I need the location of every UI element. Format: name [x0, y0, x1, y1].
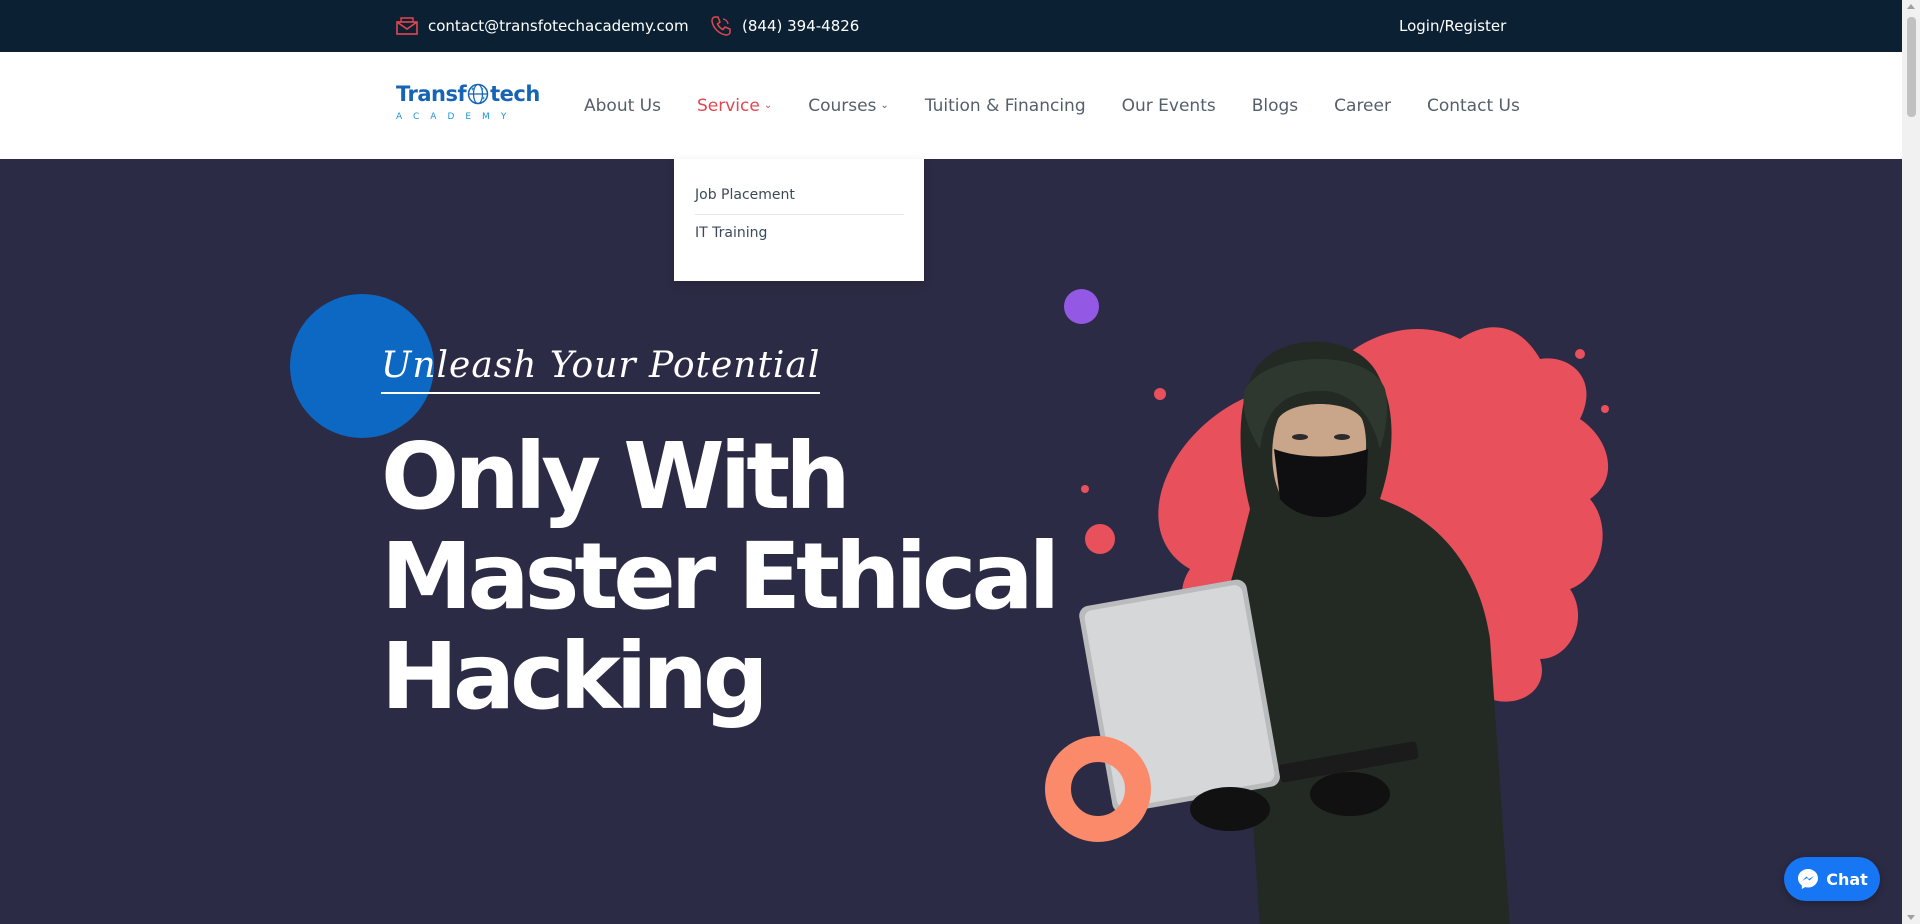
menu-item-it-training[interactable]: IT Training: [695, 215, 904, 252]
page-scrollbar[interactable]: [1902, 0, 1920, 924]
globe-icon: [467, 83, 489, 105]
nav-our-events[interactable]: Our Events: [1122, 96, 1216, 116]
scrollbar-thumb[interactable]: [1907, 17, 1916, 117]
chevron-down-icon: ⌄: [880, 100, 889, 111]
nav-career[interactable]: Career: [1334, 96, 1391, 116]
nav-about-us[interactable]: About Us: [584, 96, 661, 116]
hero-section: Unleash Your Potential Only With Master …: [0, 159, 1902, 924]
nav-courses[interactable]: Courses ⌄: [808, 96, 889, 116]
nav-blogs[interactable]: Blogs: [1252, 96, 1298, 116]
email-text: contact@transfotechacademy.com: [428, 17, 689, 35]
phone-contact[interactable]: (844) 394-4826: [710, 0, 859, 52]
main-header: Transf tech ACADEMY About Us Service ⌄ Co…: [0, 52, 1902, 159]
phone-text: (844) 394-4826: [742, 17, 860, 35]
nav-label: About Us: [584, 95, 661, 116]
chat-label: Chat: [1826, 869, 1868, 889]
nav-contact-us[interactable]: Contact Us: [1427, 96, 1520, 116]
nav-tuition-financing[interactable]: Tuition & Financing: [925, 96, 1086, 116]
main-nav: About Us Service ⌄ Courses ⌄ Tuition & Fin…: [584, 52, 1556, 159]
scroll-up-icon[interactable]: [1907, 4, 1915, 9]
nav-label: Courses: [808, 95, 877, 116]
nav-label: Contact Us: [1426, 95, 1520, 116]
hero-tagline: Unleash Your Potential: [381, 345, 821, 394]
headline-line: Only With: [381, 423, 851, 530]
top-bar: contact@transfotechacademy.com (844) 394…: [0, 0, 1902, 52]
logo-wordmark: Transf tech: [396, 82, 540, 106]
headline-line: Master Ethical: [381, 523, 1060, 630]
chevron-down-icon: ⌄: [763, 100, 773, 111]
hacker-illustration: [1045, 327, 1609, 924]
service-dropdown-menu: Job Placement IT Training: [674, 159, 924, 281]
login-register-link[interactable]: Login/Register: [1399, 0, 1506, 52]
scroll-down-icon[interactable]: [1907, 915, 1915, 920]
email-contact[interactable]: contact@transfotechacademy.com: [396, 0, 689, 52]
nav-label: Career: [1334, 95, 1391, 116]
envelope-icon: [396, 17, 418, 35]
nav-label: Our Events: [1121, 95, 1216, 116]
nav-service[interactable]: Service ⌄: [697, 96, 772, 116]
headline-line: Hacking: [381, 623, 769, 730]
nav-label: Tuition & Financing: [924, 95, 1086, 116]
decorative-orange-ring: [1045, 736, 1151, 842]
chat-button[interactable]: Chat: [1784, 857, 1880, 901]
phone-icon: [711, 16, 731, 36]
logo-word-left: Transf: [396, 82, 467, 106]
logo-subtitle: ACADEMY: [396, 112, 518, 122]
nav-label: Service: [696, 95, 760, 116]
site-logo[interactable]: Transf tech ACADEMY: [396, 82, 540, 132]
logo-word-right: tech: [490, 82, 540, 106]
messenger-icon: [1798, 869, 1819, 889]
hero-headline: Only With Master Ethical Hacking: [381, 423, 1060, 730]
menu-item-job-placement[interactable]: Job Placement: [695, 177, 904, 214]
nav-label: Blogs: [1251, 95, 1299, 116]
